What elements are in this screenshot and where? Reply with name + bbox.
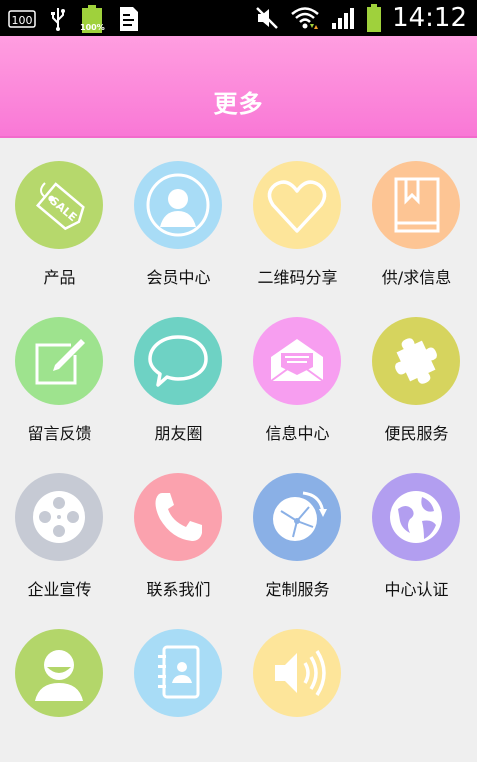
tile-label: 产品 bbox=[43, 268, 76, 287]
battery-icon bbox=[367, 4, 382, 32]
battery-percent: 100% bbox=[80, 23, 105, 32]
tile-feedback[interactable]: 留言反馈 bbox=[0, 294, 119, 450]
tile-label: 朋友圈 bbox=[154, 424, 203, 443]
speaker-icon bbox=[253, 629, 341, 717]
tile-label: 会员中心 bbox=[146, 268, 211, 287]
signal-icon bbox=[332, 8, 355, 29]
tile-contact-us[interactable]: 联系我们 bbox=[119, 450, 238, 606]
notification-count-icon: 100 bbox=[8, 10, 36, 28]
tile-qr-share[interactable]: 二维码分享 bbox=[238, 138, 357, 294]
member-avatar-icon bbox=[134, 161, 222, 249]
contacts-icon bbox=[134, 629, 222, 717]
edit-icon bbox=[15, 317, 103, 405]
tile-label: 中心认证 bbox=[384, 580, 449, 599]
tile-label: 便民服务 bbox=[384, 424, 449, 443]
wifi-icon bbox=[291, 7, 319, 29]
header: 更多 bbox=[0, 36, 477, 138]
battery-full-icon: 100% bbox=[80, 5, 105, 33]
puzzle-icon bbox=[372, 317, 460, 405]
heart-icon bbox=[253, 161, 341, 249]
tile-label: 二维码分享 bbox=[257, 268, 338, 287]
page-title: 更多 bbox=[213, 90, 264, 118]
sale-tag-icon: SALE bbox=[15, 161, 103, 249]
tile-label: 联系我们 bbox=[146, 580, 211, 599]
status-bar: 100 100% 14:12 bbox=[0, 0, 477, 36]
network-globe-icon bbox=[253, 473, 341, 561]
tile-products[interactable]: SALE 产品 bbox=[0, 138, 119, 294]
phone-icon bbox=[134, 473, 222, 561]
tile-audio[interactable] bbox=[238, 606, 357, 762]
svg-text:100: 100 bbox=[12, 14, 33, 27]
tile-label: 定制服务 bbox=[265, 580, 330, 599]
tile-convenience-services[interactable]: 便民服务 bbox=[357, 294, 476, 450]
tile-friends-circle[interactable]: 朋友圈 bbox=[119, 294, 238, 450]
book-icon bbox=[372, 161, 460, 249]
tile-info-center[interactable]: 信息中心 bbox=[238, 294, 357, 450]
mute-icon bbox=[256, 7, 278, 29]
tile-corporate-promo[interactable]: 企业宣传 bbox=[0, 450, 119, 606]
tile-user[interactable] bbox=[0, 606, 119, 762]
clock: 14:12 bbox=[392, 3, 467, 33]
envelope-icon bbox=[253, 317, 341, 405]
tile-certification-center[interactable]: 中心认证 bbox=[357, 450, 476, 606]
film-reel-icon bbox=[15, 473, 103, 561]
user-icon bbox=[15, 629, 103, 717]
globe-icon bbox=[372, 473, 460, 561]
tile-supply-demand[interactable]: 供/求信息 bbox=[357, 138, 476, 294]
tile-custom-services[interactable]: 定制服务 bbox=[238, 450, 357, 606]
tile-label: 供/求信息 bbox=[381, 268, 452, 287]
tile-label: 留言反馈 bbox=[27, 424, 92, 443]
tile-label: 信息中心 bbox=[265, 424, 330, 443]
tile-contacts[interactable] bbox=[119, 606, 238, 762]
tile-member-center[interactable]: 会员中心 bbox=[119, 138, 238, 294]
document-icon bbox=[120, 7, 138, 31]
usb-icon bbox=[51, 8, 65, 31]
tile-label: 企业宣传 bbox=[27, 580, 92, 599]
chat-bubble-icon bbox=[134, 317, 222, 405]
